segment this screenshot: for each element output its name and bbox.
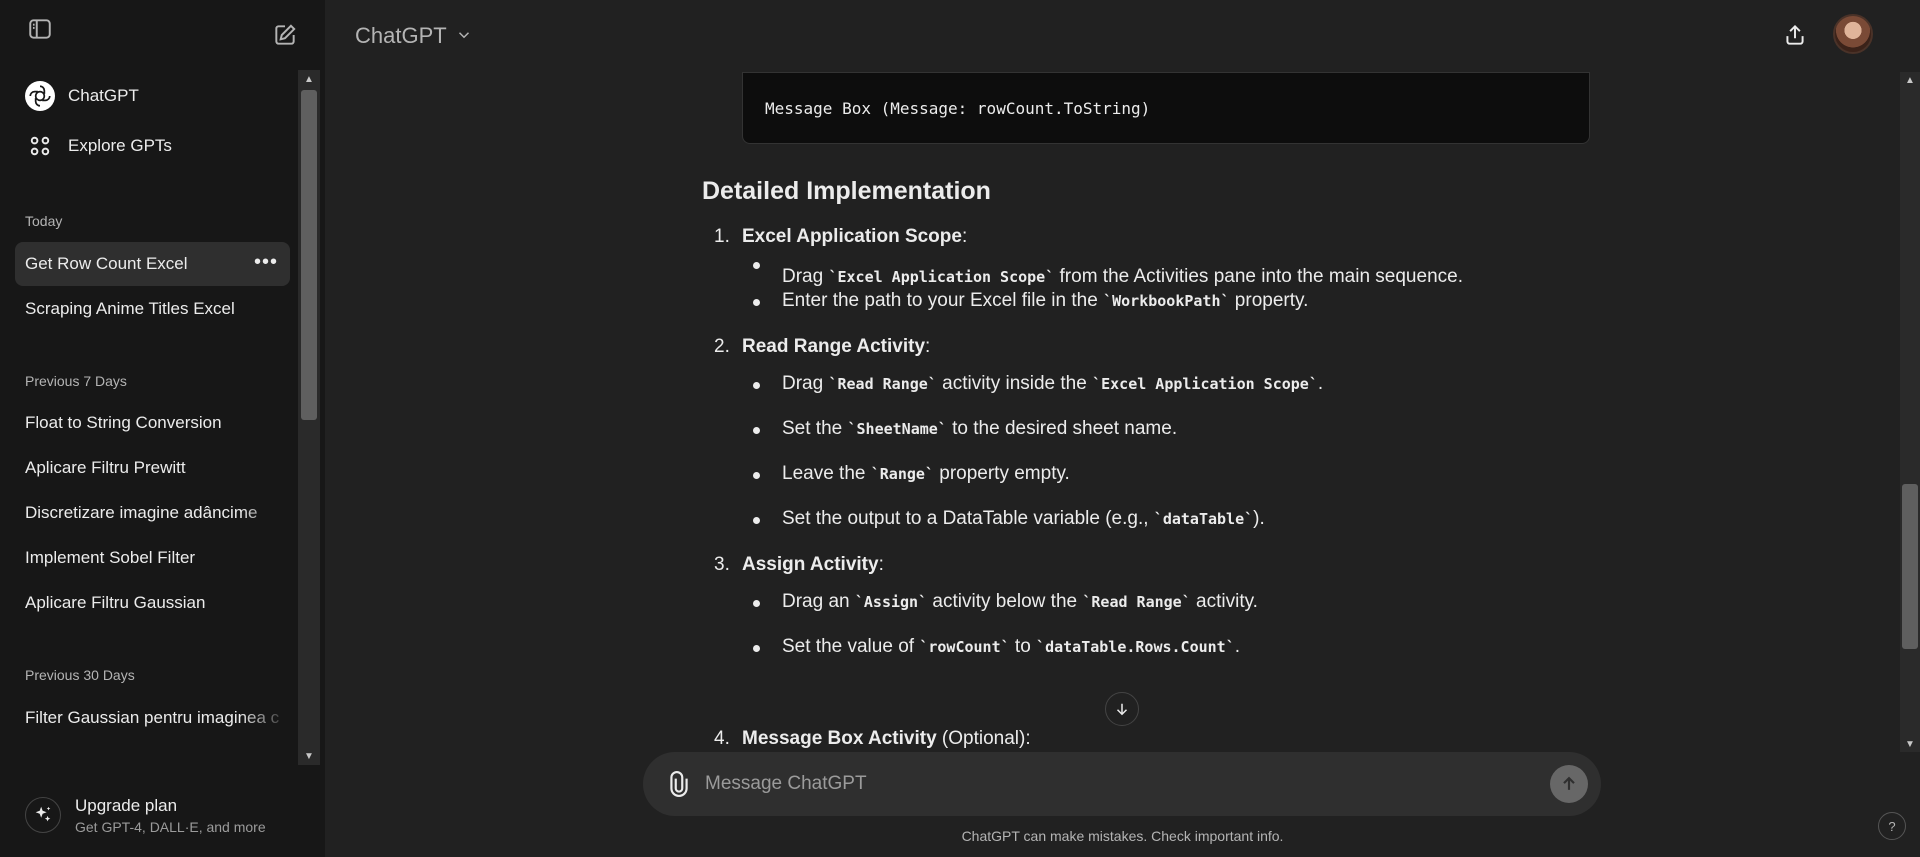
bullet-dot <box>753 382 760 389</box>
sidebar-toggle-icon <box>29 19 51 39</box>
section-heading: Detailed Implementation <box>702 177 991 205</box>
list-item: Set the value of `rowCount` to `dataTabl… <box>782 636 1241 657</box>
conversation-title: Scraping Anime Titles Excel <box>25 299 235 318</box>
conversation-title: Aplicare Filtru Gaussian <box>25 593 206 612</box>
conversation-item[interactable]: Aplicare Filtru Gaussian <box>15 581 290 625</box>
conversation-area: Message Box (Message: rowCount.ToString)… <box>325 72 1920 752</box>
step-title: Excel Application Scope: <box>742 226 968 247</box>
step-number: 1. <box>714 226 730 247</box>
step-number: 2. <box>714 336 730 357</box>
step-title: Read Range Activity: <box>742 336 931 357</box>
section-title-previous-7-days: Previous 7 Days <box>25 373 127 389</box>
edit-icon <box>275 24 296 45</box>
scroll-down-arrow-icon[interactable]: ▼ <box>298 747 320 765</box>
sidebar-nav-explore-gpts[interactable]: Explore GPTs <box>15 123 290 169</box>
message-input[interactable] <box>705 768 1505 800</box>
conversation-item[interactable]: Scraping Anime Titles Excel <box>15 287 290 331</box>
conversation-item[interactable]: Discretizare imagine adâncime <box>15 491 290 535</box>
list-item: Drag an `Assign` activity below the `Rea… <box>782 591 1258 612</box>
share-icon <box>1786 24 1804 45</box>
bullet-dot <box>753 600 760 607</box>
conversation-title: Discretizare imagine adâncime <box>25 503 258 522</box>
header: ChatGPT <box>325 0 1920 72</box>
bullet-dot <box>753 645 760 652</box>
conversation-item[interactable]: Filter Gaussian pentru imaginea c <box>15 696 290 740</box>
step-title: Assign Activity: <box>742 554 884 575</box>
more-options-icon[interactable]: ••• <box>254 252 278 272</box>
code-line: Message Box (Message: rowCount.ToString) <box>765 99 1151 118</box>
conversation-item-active[interactable]: Get Row Count Excel ••• <box>15 242 290 286</box>
main-scrollbar[interactable]: ▲ ▼ <box>1900 72 1920 752</box>
avatar[interactable] <box>1833 14 1873 54</box>
code-block: Message Box (Message: rowCount.ToString) <box>742 72 1590 144</box>
sidebar-nav-label: ChatGPT <box>68 86 139 105</box>
main-panel: ChatGPT Message Box (Message: rowCount.T… <box>325 0 1920 857</box>
arrow-down-icon <box>1116 703 1128 716</box>
attach-button[interactable] <box>661 766 697 802</box>
scroll-up-arrow-icon[interactable]: ▲ <box>1900 72 1920 88</box>
step-title: Message Box Activity (Optional): <box>742 728 1031 749</box>
list-item: Drag `Excel Application Scope` from the … <box>782 266 1463 287</box>
upgrade-subtitle: Get GPT-4, DALL·E, and more <box>75 818 266 835</box>
disclaimer-text: ChatGPT can make mistakes. Check importa… <box>961 828 1284 844</box>
new-chat-button[interactable] <box>265 15 305 55</box>
step-number: 3. <box>714 554 730 575</box>
bullet-dot <box>753 517 760 524</box>
grid-icon <box>24 130 56 162</box>
step-number: 4. <box>714 728 730 749</box>
toggle-sidebar-button[interactable] <box>20 9 60 49</box>
model-selector[interactable]: ChatGPT <box>345 18 483 54</box>
bullet-dot <box>753 299 760 306</box>
bullet-dot <box>753 472 760 479</box>
conversation-title: Get Row Count Excel <box>25 254 188 273</box>
conversation-title: Aplicare Filtru Prewitt <box>25 458 186 477</box>
sidebar-nav-label: Explore GPTs <box>68 136 172 155</box>
arrow-up-icon <box>1563 776 1575 790</box>
conversation-item[interactable]: Implement Sobel Filter <box>15 536 290 580</box>
bullet-dot <box>753 262 760 269</box>
share-button[interactable] <box>1775 15 1815 55</box>
scroll-to-bottom-button[interactable] <box>1105 692 1139 726</box>
scroll-down-arrow-icon[interactable]: ▼ <box>1900 736 1920 752</box>
list-item: Set the `SheetName` to the desired sheet… <box>782 418 1178 439</box>
conversation-item[interactable]: Float to String Conversion <box>15 401 290 445</box>
conversation-title: Float to String Conversion <box>25 413 222 432</box>
sidebar-scroll-area: ChatGPT Explore GPTs Today Get Row Count… <box>0 70 300 765</box>
chatgpt-logo-icon <box>24 80 56 112</box>
sidebar-header <box>0 0 325 70</box>
list-item: Leave the `Range` property empty. <box>782 463 1070 484</box>
section-title-today: Today <box>25 213 63 229</box>
sparkles-icon <box>25 797 61 833</box>
paperclip-icon <box>670 771 688 797</box>
main-scrollbar-thumb[interactable] <box>1902 484 1918 649</box>
send-button[interactable] <box>1550 765 1588 803</box>
list-item: Drag `Read Range` activity inside the `E… <box>782 373 1324 394</box>
app-window: ChatGPT Explore GPTs Today Get Row Count… <box>0 0 1920 857</box>
upgrade-title: Upgrade plan <box>75 795 178 815</box>
chevron-down-icon <box>455 26 473 47</box>
help-button[interactable]: ? <box>1878 812 1906 840</box>
upgrade-plan-button[interactable]: Upgrade plan Get GPT-4, DALL·E, and more <box>15 785 305 845</box>
sidebar-scrollbar[interactable]: ▲ ▼ <box>298 70 320 765</box>
section-title-previous-30-days: Previous 30 Days <box>25 667 135 683</box>
list-item: Enter the path to your Excel file in the… <box>782 290 1309 311</box>
sidebar: ChatGPT Explore GPTs Today Get Row Count… <box>0 0 325 857</box>
model-name: ChatGPT <box>355 23 447 48</box>
message-composer <box>643 752 1601 816</box>
bullet-dot <box>753 427 760 434</box>
sidebar-nav-chatgpt[interactable]: ChatGPT <box>15 73 290 119</box>
conversation-item[interactable]: Aplicare Filtru Prewitt <box>15 446 290 490</box>
sidebar-scrollbar-thumb[interactable] <box>301 90 317 420</box>
list-item: Set the output to a DataTable variable (… <box>782 508 1265 529</box>
conversation-title: Implement Sobel Filter <box>25 548 196 567</box>
scroll-up-arrow-icon[interactable]: ▲ <box>298 70 320 88</box>
